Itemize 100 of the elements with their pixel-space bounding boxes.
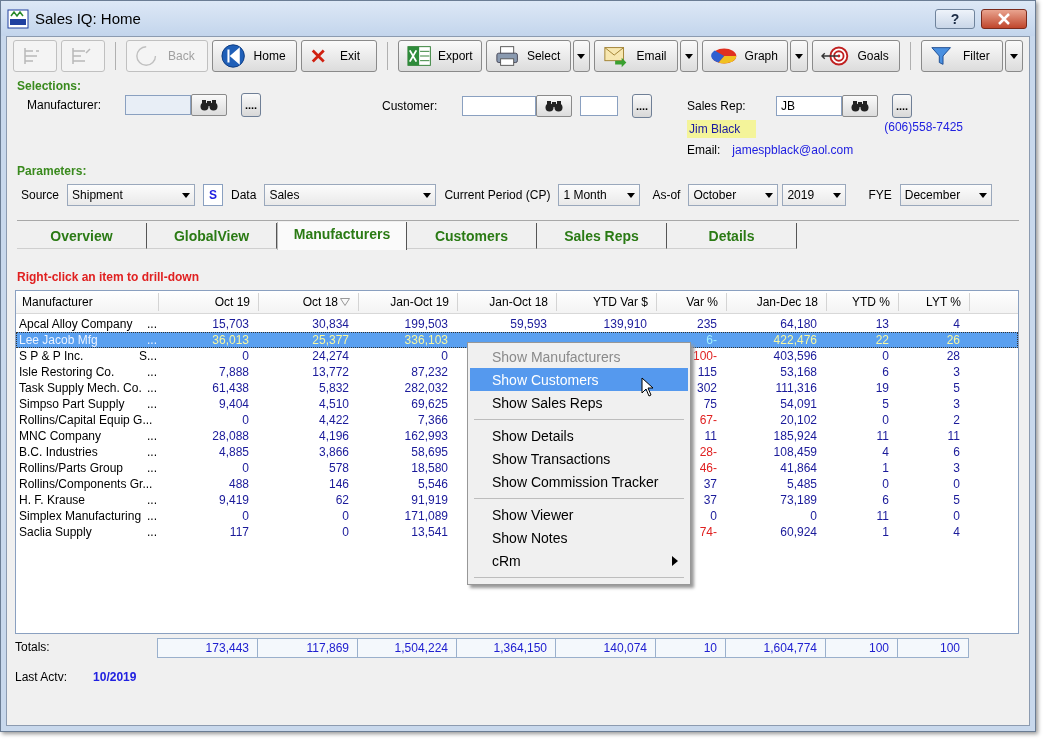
menu-item[interactable]: cRm bbox=[470, 549, 688, 572]
tab[interactable]: GlobalView bbox=[147, 223, 277, 249]
table-cell-text: 61,438 bbox=[211, 381, 250, 395]
dropdown[interactable]: 2019 bbox=[782, 184, 847, 206]
table-cell: Rollins/Parts Group bbox=[19, 461, 124, 475]
menu-item[interactable]: Show Details bbox=[470, 424, 688, 447]
tab[interactable]: Overview bbox=[17, 223, 147, 249]
dropdown[interactable]: Sales bbox=[264, 184, 437, 206]
table-cell-text: 139,910 bbox=[602, 317, 648, 331]
toolbar-button[interactable]: Goals bbox=[811, 40, 901, 72]
field-label: Email: bbox=[687, 143, 722, 157]
column-header[interactable]: Manufacturer bbox=[16, 293, 159, 311]
column-header[interactable]: Oct 18 bbox=[259, 293, 359, 311]
toolbar-button[interactable]: Exit bbox=[300, 40, 378, 72]
tab[interactable]: Sales Reps bbox=[537, 223, 667, 249]
total-cell: 117,869 bbox=[257, 638, 358, 658]
dropdown-button[interactable] bbox=[1005, 40, 1023, 72]
table-cell-text: 578 bbox=[327, 461, 350, 475]
table-cell-text: 28- bbox=[698, 445, 718, 459]
table-cell-text: 74- bbox=[698, 525, 718, 539]
table-cell-text: 22 bbox=[874, 333, 890, 347]
dropdown-button[interactable] bbox=[680, 40, 699, 72]
table-cell-text: 4 bbox=[952, 525, 961, 539]
toolbar-button[interactable]: Email bbox=[594, 40, 679, 72]
table-cell-text: 26 bbox=[945, 333, 961, 347]
toolbar-button[interactable]: Filter bbox=[921, 40, 1004, 72]
column-header[interactable]: Jan-Dec 18 bbox=[727, 293, 827, 311]
dropdown[interactable]: December bbox=[899, 184, 992, 206]
menu-item[interactable]: Show Notes bbox=[470, 526, 688, 549]
table-cell-text: 62 bbox=[334, 493, 350, 507]
pie-chart-icon bbox=[711, 46, 738, 66]
column-header[interactable]: Var % bbox=[657, 293, 727, 311]
ellipsis-text: ... bbox=[147, 429, 157, 443]
caret-icon bbox=[765, 192, 774, 198]
column-header[interactable]: Jan-Oct 18 bbox=[458, 293, 557, 311]
table-cell-text: 4 bbox=[952, 317, 961, 331]
table-cell-text: 6 bbox=[952, 445, 961, 459]
help-button[interactable]: ? bbox=[935, 8, 975, 29]
field-label: As-of bbox=[652, 188, 681, 202]
dropdown[interactable]: 1 Month bbox=[558, 184, 641, 206]
browse-button[interactable]: .... bbox=[241, 93, 261, 117]
column-header[interactable]: YTD % bbox=[827, 293, 899, 311]
input-field[interactable] bbox=[125, 95, 191, 115]
dropdown-button[interactable] bbox=[790, 40, 808, 72]
table-cell: Simplex Manufacturing bbox=[19, 509, 142, 523]
caret-icon bbox=[833, 192, 842, 198]
search-button[interactable] bbox=[191, 94, 227, 116]
dropdown[interactable]: October bbox=[688, 184, 779, 206]
tab[interactable]: Customers bbox=[407, 223, 537, 249]
toolbar-button[interactable]: Home bbox=[212, 40, 297, 72]
total-cell: 1,364,150 bbox=[456, 638, 556, 658]
caret-icon bbox=[1010, 53, 1019, 59]
table-cell-text: 7,888 bbox=[217, 365, 250, 379]
ellipsis-text: ... bbox=[147, 333, 157, 347]
table-cell-text: 4,885 bbox=[217, 445, 250, 459]
table-cell-text: 1 bbox=[881, 525, 890, 539]
caret-icon bbox=[685, 53, 694, 59]
close-button[interactable] bbox=[981, 8, 1027, 29]
dropdown-button[interactable] bbox=[572, 40, 591, 72]
input-field[interactable] bbox=[580, 96, 618, 116]
table-cell-text: 41,864 bbox=[779, 461, 818, 475]
table-cell: Isle Restoring Co. bbox=[19, 365, 115, 379]
back-icon bbox=[134, 44, 158, 68]
table-cell: Saclia Supply bbox=[19, 525, 92, 539]
search-button[interactable] bbox=[536, 95, 572, 117]
browse-button[interactable]: .... bbox=[632, 94, 652, 118]
table-cell-text: 100- bbox=[691, 349, 718, 363]
tab[interactable]: Details bbox=[667, 223, 797, 249]
table-cell-text: 0 bbox=[809, 509, 818, 523]
email-link[interactable]: jamespblack@aol.com bbox=[732, 143, 854, 157]
table-cell-text: 54,091 bbox=[779, 397, 818, 411]
table-cell-text: 0 bbox=[241, 349, 250, 363]
menu-item[interactable]: Show Sales Reps bbox=[470, 391, 688, 414]
source-flag: S bbox=[203, 184, 224, 206]
dropdown[interactable]: Shipment bbox=[67, 184, 196, 206]
table-cell-text: 171,089 bbox=[403, 509, 449, 523]
toolbar-button[interactable]: Graph bbox=[702, 40, 789, 72]
menu-item[interactable]: Show Commission Tracker bbox=[470, 470, 688, 493]
column-header[interactable]: YTD Var $ bbox=[557, 293, 657, 311]
input-field[interactable] bbox=[462, 96, 536, 116]
browse-button[interactable]: .... bbox=[892, 94, 912, 118]
menu-item[interactable]: Show Transactions bbox=[470, 447, 688, 470]
tab[interactable]: Manufacturers bbox=[277, 222, 407, 250]
column-header[interactable]: LYT % bbox=[899, 293, 970, 311]
menu-item[interactable]: Show Viewer bbox=[470, 503, 688, 526]
table-cell-text: 59,593 bbox=[509, 317, 548, 331]
binoculars-icon bbox=[200, 99, 218, 111]
table-cell-text: 11 bbox=[875, 509, 890, 523]
table-cell-text: 146 bbox=[327, 477, 350, 491]
caret-icon bbox=[795, 53, 804, 59]
input-field[interactable]: JB bbox=[776, 96, 842, 116]
toolbar-button[interactable]: Export bbox=[398, 40, 483, 72]
search-button[interactable] bbox=[842, 95, 878, 117]
field-label: Last Actv: bbox=[15, 670, 68, 684]
email-icon bbox=[603, 44, 628, 68]
mouse-pointer-icon bbox=[641, 377, 655, 397]
column-header[interactable]: Oct 19 bbox=[159, 293, 259, 311]
table-cell-text: 46- bbox=[698, 461, 718, 475]
column-header[interactable]: Jan-Oct 19 bbox=[359, 293, 458, 311]
toolbar-button[interactable]: Select bbox=[486, 40, 571, 72]
